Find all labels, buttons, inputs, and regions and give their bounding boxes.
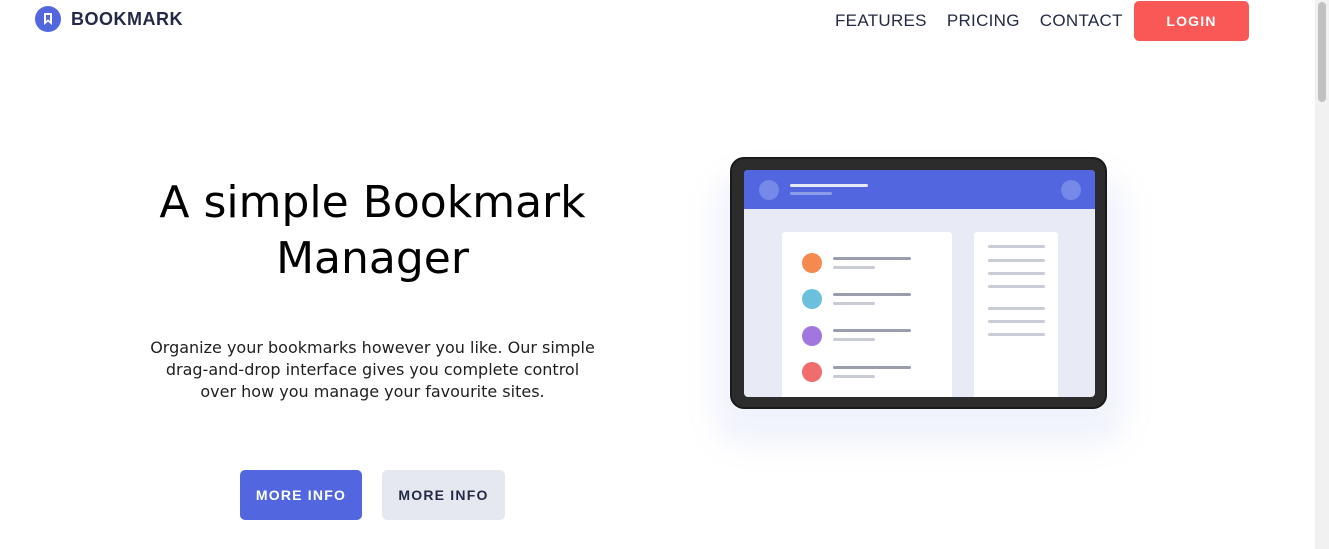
brand-logo[interactable]: BOOKMARK [35, 6, 183, 32]
more-info-primary-button[interactable]: MORE INFO [240, 470, 362, 520]
login-button[interactable]: LOGIN [1134, 1, 1249, 41]
main-nav: FEATURES PRICING CONTACT LOGIN [835, 0, 1249, 41]
page-scrollbar[interactable] [1315, 0, 1329, 549]
list-item-subline [833, 338, 875, 341]
scrollbar-thumb[interactable] [1318, 2, 1326, 102]
list-item-line [833, 293, 911, 296]
list-item-dot [802, 289, 822, 309]
screen-top-bar [744, 170, 1095, 209]
hero-description-line: over how you manage your favourite sites… [200, 382, 545, 401]
nav-contact-link[interactable]: CONTACT [1040, 11, 1123, 31]
list-item-line [833, 257, 911, 260]
hero-description: Organize your bookmarks however you like… [130, 337, 615, 403]
menu-placeholder [1061, 180, 1081, 200]
title-placeholder [790, 184, 868, 187]
list-item-dot [802, 326, 822, 346]
subtitle-placeholder [790, 192, 832, 195]
list-item-subline [833, 302, 875, 305]
tablet-screen [744, 170, 1095, 397]
list-item-subline [833, 266, 875, 269]
panel-line [988, 307, 1045, 310]
nav-features-link[interactable]: FEATURES [835, 11, 927, 31]
list-item-line [833, 329, 911, 332]
hero-description-line: drag-and-drop interface gives you comple… [165, 360, 580, 379]
panel-line [988, 259, 1045, 262]
list-item-dot [802, 253, 822, 273]
list-item-dot [802, 362, 822, 382]
panel-line [988, 272, 1045, 275]
more-info-secondary-button[interactable]: MORE INFO [382, 470, 505, 520]
panel-line [988, 333, 1045, 336]
nav-pricing-link[interactable]: PRICING [947, 11, 1020, 31]
hero-description-line: Organize your bookmarks however you like… [150, 338, 595, 357]
hero-title: A simple Bookmark Manager [100, 175, 645, 287]
hero-title-line: Manager [276, 233, 469, 284]
bookmark-list-card [782, 232, 952, 397]
side-panel-card [974, 232, 1058, 397]
panel-line [988, 320, 1045, 323]
hero-title-line: A simple Bookmark [159, 177, 586, 228]
list-item-line [833, 366, 911, 369]
list-item-subline [833, 375, 875, 378]
bookmark-logo-icon [35, 6, 61, 32]
panel-line [988, 285, 1045, 288]
tablet-illustration [730, 157, 1107, 409]
brand-name: BOOKMARK [71, 8, 183, 29]
avatar-placeholder [759, 180, 779, 200]
panel-line [988, 245, 1045, 248]
